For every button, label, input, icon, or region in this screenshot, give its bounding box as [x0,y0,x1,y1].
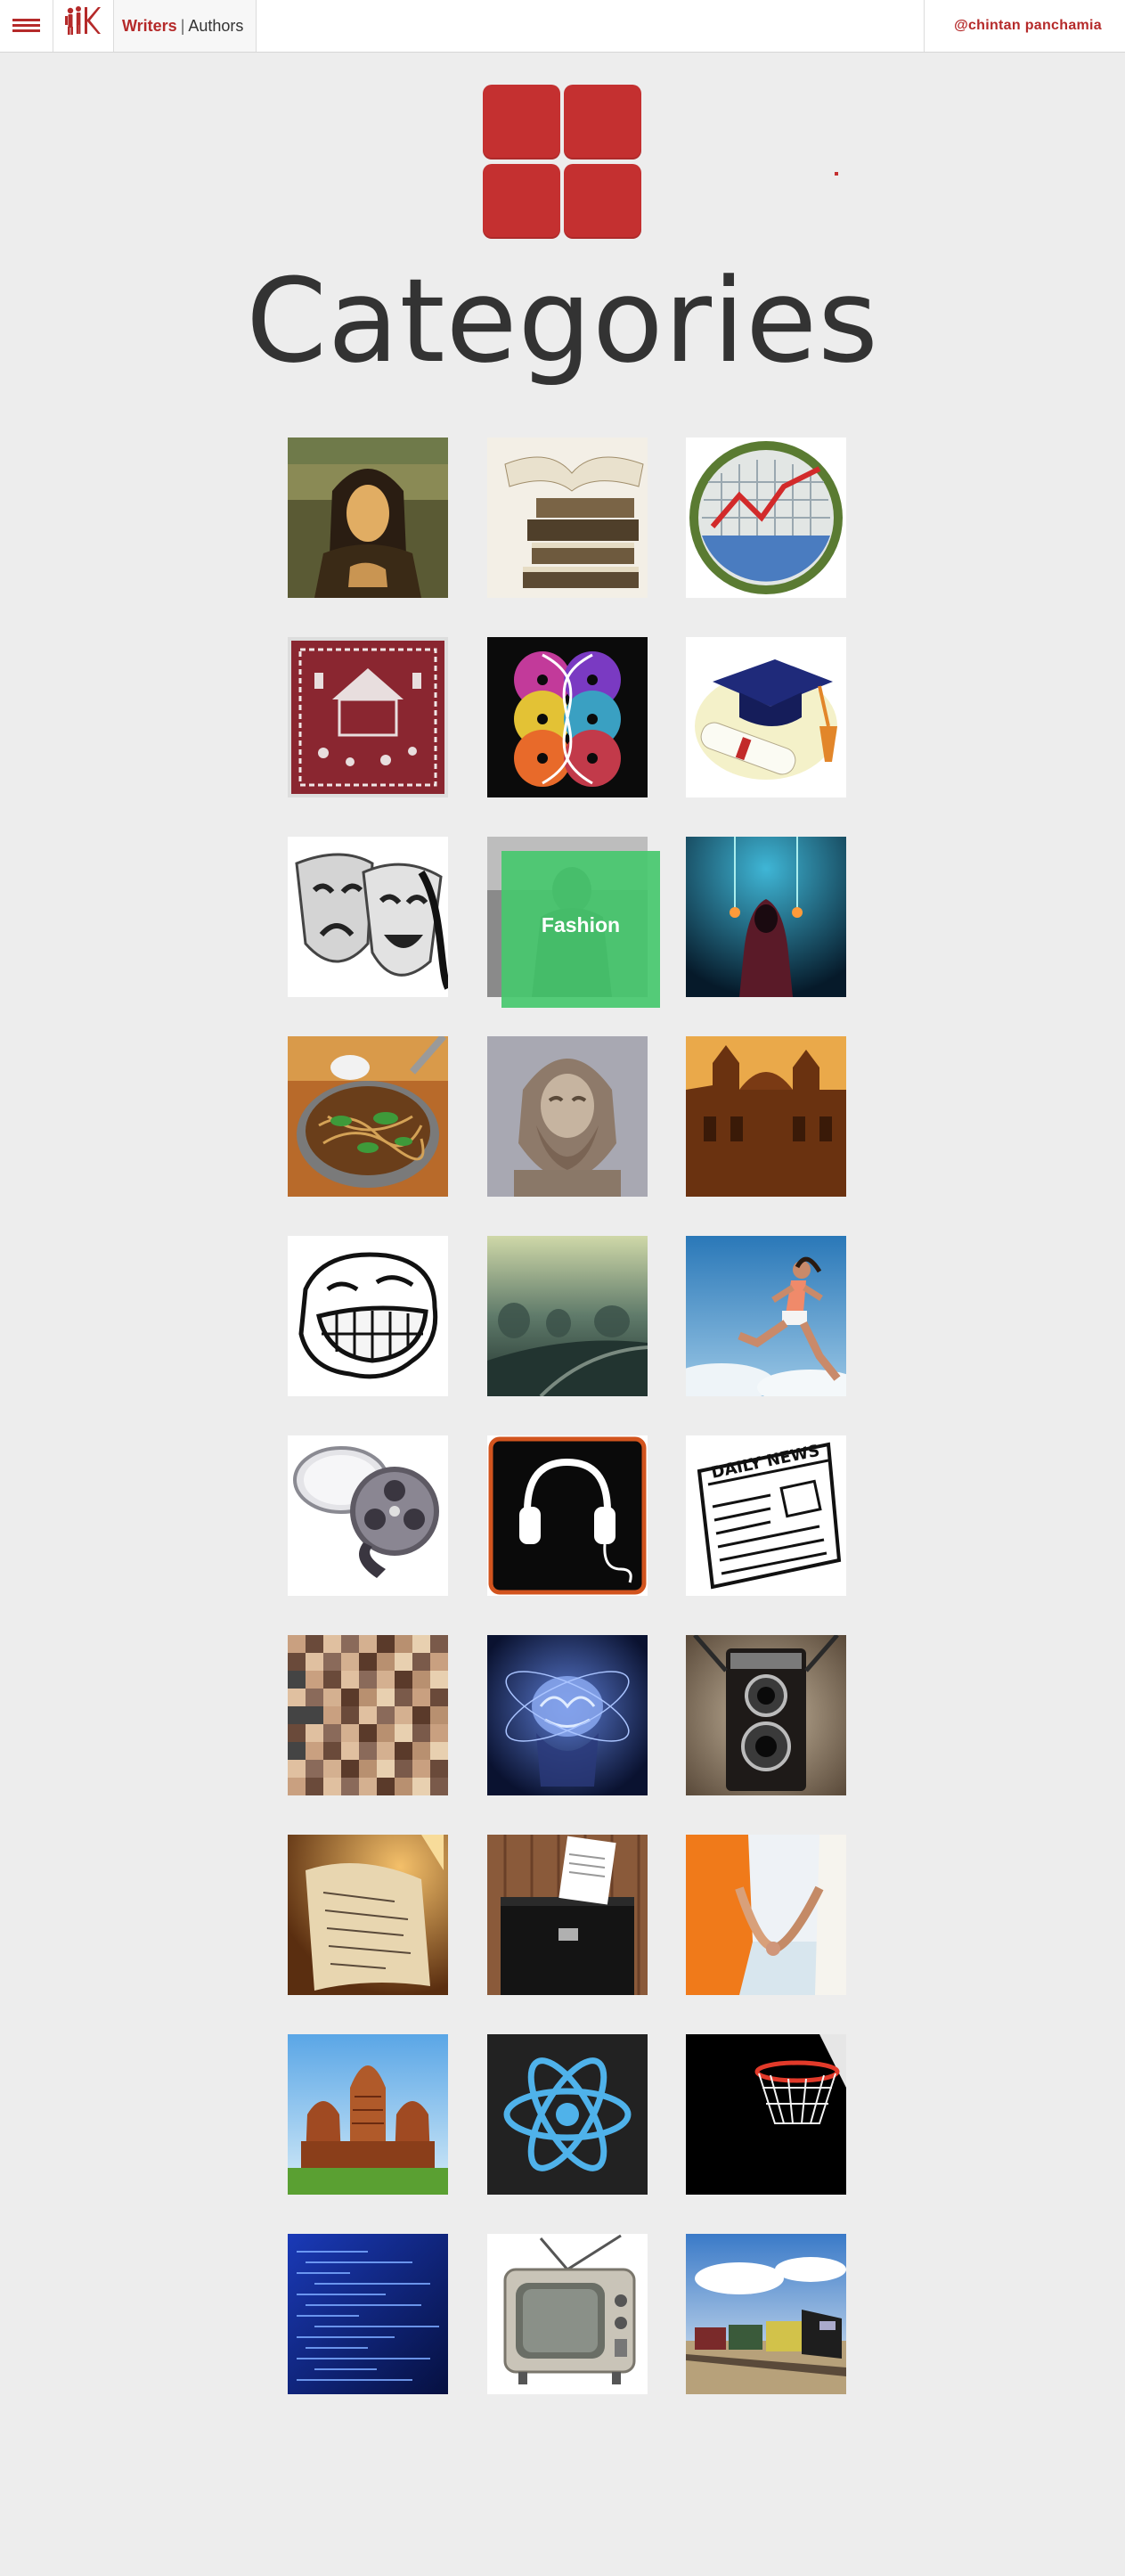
accent-dot [835,172,838,176]
fantasy-hooded-figure-icon [686,837,846,997]
indian-temple-icon [288,2034,448,2195]
daily-news-newspaper-icon: DAILY NEWS [686,1435,846,1596]
category-tile[interactable] [487,1635,648,1795]
programming-code-icon [288,2234,448,2394]
category-tile[interactable] [288,2034,448,2195]
headphones-icon [487,1435,648,1596]
react-atom-icon [487,2034,648,2195]
category-tile[interactable] [487,637,648,797]
noodles-food-icon [288,1036,448,1197]
category-tile[interactable] [487,2234,648,2394]
mona-lisa-painting-icon [288,438,448,598]
writers-logo-icon [65,6,101,35]
nav-authors-link[interactable]: Authors [188,17,243,35]
category-tile[interactable] [686,438,846,598]
category-tile[interactable] [686,1036,846,1197]
logo-link[interactable] [53,0,114,52]
holding-hands-relationships-icon [686,1835,846,1995]
category-tile[interactable] [288,438,448,598]
category-label-fashion: Fashion [541,913,621,936]
category-tile[interactable] [487,1435,648,1596]
category-tile[interactable] [288,637,448,797]
category-tile[interactable] [288,2234,448,2394]
category-tile[interactable] [686,1236,846,1396]
folk-art-embroidery-icon [288,637,448,797]
troll-face-humor-icon [288,1236,448,1396]
glowing-brain-icon [487,1635,648,1795]
category-tile[interactable] [487,438,648,598]
top-navigation-bar: Writers | Authors @chintan panchamia [0,0,1125,53]
nav-separator: | [180,17,185,35]
stack-of-books-icon [487,438,648,598]
category-tile[interactable] [686,637,846,797]
category-tile[interactable] [686,1635,846,1795]
user-handle-link[interactable]: @chintan panchamia [954,18,1102,34]
hamburger-menu-icon [12,19,40,33]
category-tile[interactable] [686,837,846,997]
category-tile[interactable] [686,2034,846,2195]
page-title: Categories [246,253,879,388]
theatre-masks-icon [288,837,448,997]
category-tile[interactable] [487,1236,648,1396]
category-tile[interactable] [288,1835,448,1995]
category-hover-card[interactable]: Fashion [501,851,660,1008]
film-reel-icon [288,1435,448,1596]
basketball-hoop-icon [686,2034,846,2195]
misty-landscape-icon [487,1236,648,1396]
freight-train-icon [686,2234,846,2394]
category-tile[interactable] [288,837,448,997]
running-woman-fitness-icon [686,1236,846,1396]
category-grid-icon [483,85,643,240]
category-tile[interactable]: DAILY NEWS [686,1435,846,1596]
menu-button[interactable] [0,0,53,52]
category-tile[interactable] [288,1036,448,1197]
economics-chart-badge-icon [686,438,846,598]
category-tile[interactable] [487,1036,648,1197]
category-tile[interactable] [487,1835,648,1995]
handwritten-letter-icon [288,1835,448,1995]
category-tile[interactable] [686,1835,846,1995]
graduation-cap-diploma-icon [686,637,846,797]
category-tile[interactable] [288,1435,448,1596]
category-tile[interactable] [288,1236,448,1396]
vinyl-records-music-icon [487,637,648,797]
nav-tabs: Writers | Authors [114,0,257,52]
nav-breadcrumb: Writers | Authors [122,17,243,36]
user-menu[interactable]: @chintan panchamia [924,0,1125,52]
category-tile[interactable] [288,1635,448,1795]
category-tile[interactable] [487,2034,648,2195]
historic-architecture-icon [686,1036,846,1197]
ballot-box-politics-icon [487,1835,648,1995]
people-faces-collage-icon [288,1635,448,1795]
vintage-camera-icon [686,1635,846,1795]
greek-god-bust-icon [487,1036,648,1197]
retro-television-icon [487,2234,648,2394]
nav-writers-link[interactable]: Writers [122,17,177,35]
category-tile[interactable] [686,2234,846,2394]
